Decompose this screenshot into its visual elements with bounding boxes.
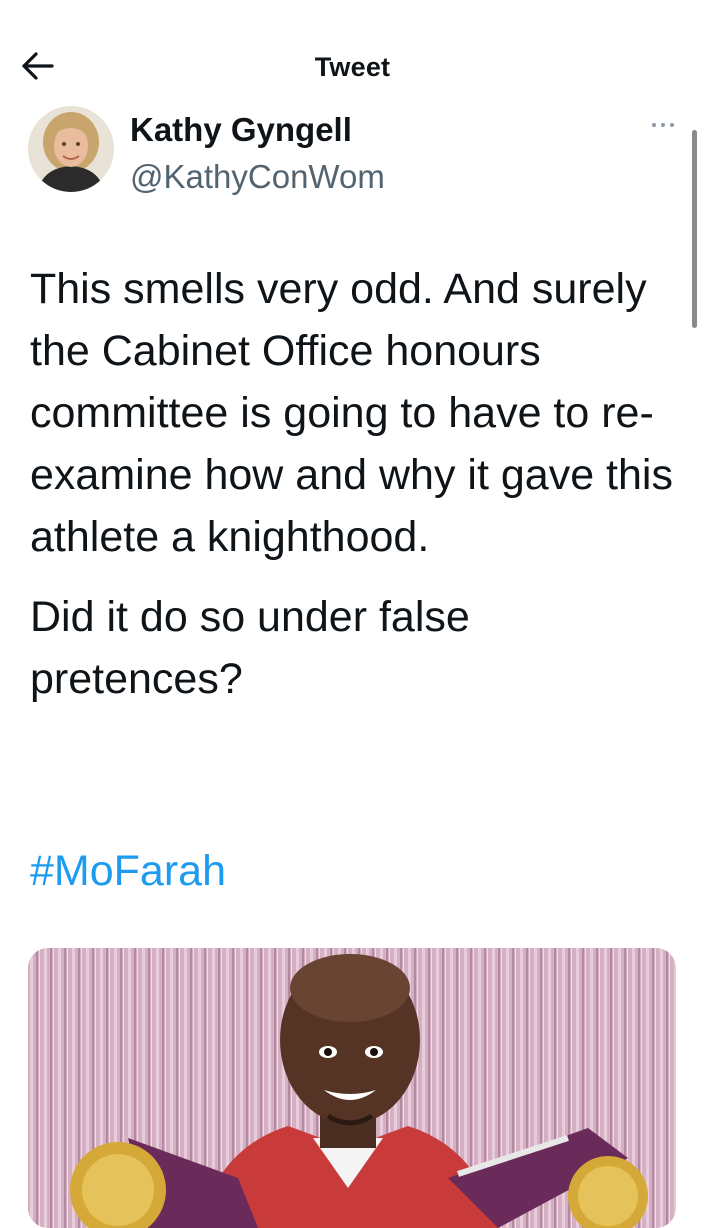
avatar[interactable] — [28, 106, 114, 192]
top-bar: Tweet — [0, 0, 705, 100]
scrollbar[interactable] — [692, 130, 697, 328]
tweet-paragraph: This smells very odd. And surely the Cab… — [30, 265, 673, 561]
tweet-paragraph: Did it do so under false pretences? — [30, 593, 470, 703]
page-title: Tweet — [314, 52, 391, 82]
tweet-author: Kathy Gyngell @KathyConWom — [28, 106, 678, 198]
hashtag-link[interactable]: #MoFarah — [30, 840, 226, 902]
athlete-photo-image — [28, 948, 676, 1228]
author-handle: @KathyConWom — [130, 158, 385, 195]
more-options-icon[interactable] — [650, 116, 676, 134]
author-name[interactable]: Kathy Gyngell — [130, 111, 352, 149]
tweet-photo[interactable] — [28, 948, 676, 1228]
tweet-text: This smells very odd. And surely the Cab… — [30, 258, 680, 710]
